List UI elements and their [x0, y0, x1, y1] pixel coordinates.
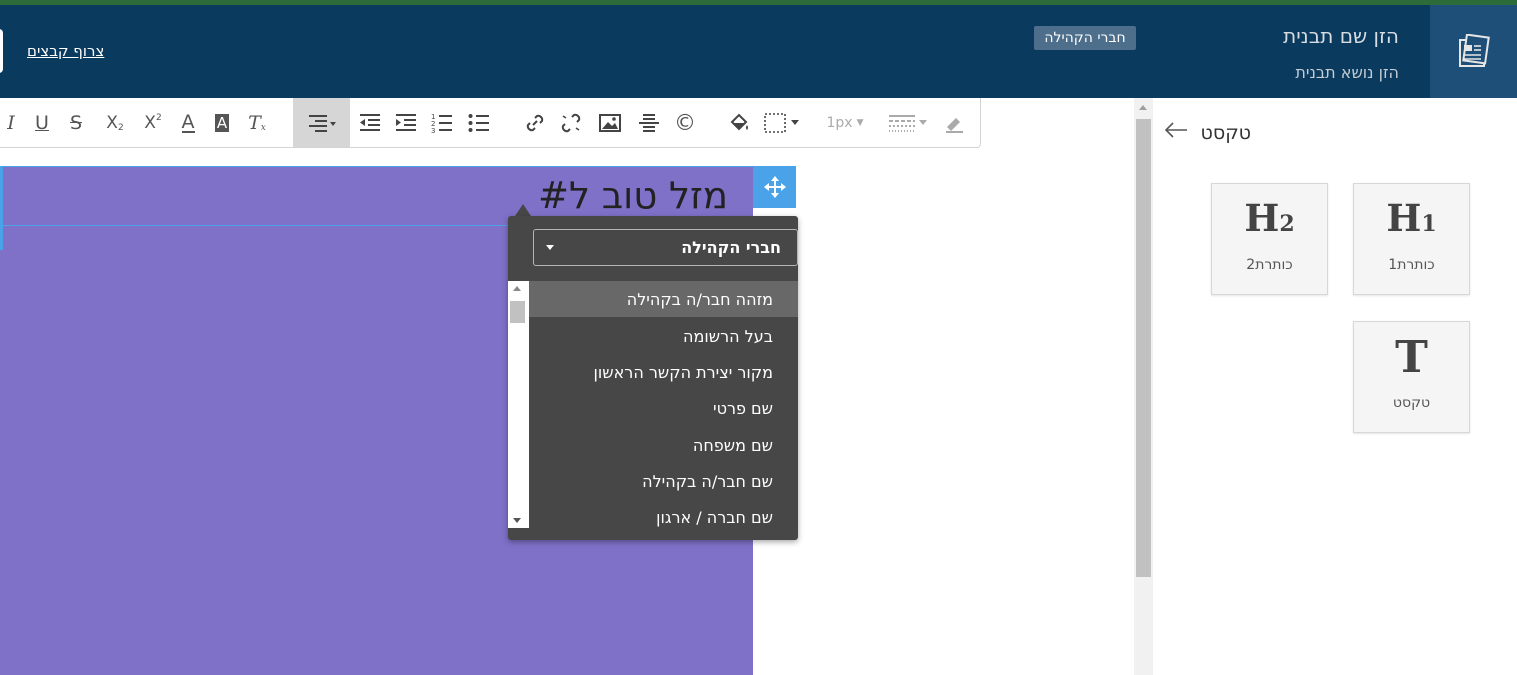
eraser-icon [946, 118, 963, 133]
merge-field-item[interactable]: שם חברה / ארגון [529, 499, 798, 535]
scroll-thumb[interactable] [510, 301, 525, 323]
border-style-button[interactable] [887, 108, 931, 138]
template-subject-field[interactable]: הזן נושא תבנית [1295, 63, 1399, 82]
panel-title: טקסט [1200, 122, 1251, 144]
block-label: כותרת2 [1246, 257, 1293, 273]
merge-field-item[interactable]: בעל הרשומה [529, 318, 798, 354]
align-right-icon [308, 114, 336, 132]
border-style-icon [889, 115, 927, 132]
field-group-select[interactable]: חברי הקהילה [533, 229, 798, 266]
move-handle[interactable] [753, 166, 796, 208]
scroll-down-icon[interactable] [513, 518, 521, 523]
selection-edge [0, 166, 3, 250]
outdent-button[interactable] [358, 108, 382, 138]
newsletter-icon [1458, 33, 1490, 67]
paint-bucket-icon [730, 113, 748, 131]
side-tab[interactable] [0, 29, 3, 73]
italic-button[interactable]: I [2, 108, 20, 138]
underline-button[interactable]: U [31, 108, 53, 138]
h2-icon: H2 [1244, 196, 1295, 240]
background-color-button[interactable]: A [211, 108, 233, 138]
editor-toolbar: I U S X2 X2 A A Tx 1 2 3 © 1px ▼ [0, 98, 981, 148]
indent-button[interactable] [394, 108, 418, 138]
scroll-thumb[interactable] [1136, 119, 1151, 577]
block-label: כותרת1 [1388, 257, 1435, 273]
template-header: צרוף קבצים חברי הקהילה הזן שם תבנית הזן … [0, 5, 1517, 98]
horizontal-line-icon [639, 114, 659, 132]
outdent-icon [360, 114, 380, 131]
superscript-button[interactable]: X2 [140, 108, 166, 138]
svg-text:3: 3 [431, 127, 435, 134]
ordered-list-button[interactable]: 1 2 3 [430, 108, 454, 138]
block-label: טקסט [1392, 395, 1431, 411]
border-width-button[interactable]: 1px ▼ [822, 108, 868, 138]
h1-icon: H1 [1386, 196, 1437, 240]
horizontal-line-button[interactable] [637, 108, 661, 138]
subscript-button[interactable]: X2 [102, 108, 128, 138]
field-group-value: חברי הקהילה [681, 238, 781, 257]
merge-field-item[interactable]: שם פרטי [529, 390, 798, 426]
back-arrow-icon[interactable] [1163, 119, 1189, 147]
merge-field-item[interactable]: מקור יצירת הקשר הראשון [529, 354, 798, 390]
chevron-down-icon [546, 245, 554, 250]
move-icon [763, 176, 786, 198]
unlink-button[interactable] [559, 108, 583, 138]
image-button[interactable] [598, 108, 622, 138]
align-button[interactable] [293, 98, 350, 147]
template-icon-box [1430, 5, 1517, 98]
text-t-icon: T [1395, 332, 1428, 383]
merge-field-item[interactable]: שם חבר/ה בקהילה [529, 463, 798, 499]
scroll-up-icon[interactable] [1139, 105, 1147, 110]
merge-field-dropdown: חברי הקהילה מזהה חבר/ה בקהילה בעל הרשומה… [508, 216, 798, 540]
border-icon [764, 113, 799, 133]
image-icon [599, 114, 621, 132]
link-button[interactable] [523, 108, 547, 138]
attach-files-link[interactable]: צרוף קבצים [21, 42, 104, 60]
bullet-list-button[interactable] [467, 108, 491, 138]
audience-badge: חברי הקהילה [1034, 26, 1136, 50]
merge-field-item[interactable]: מזהה חבר/ה בקהילה [529, 281, 798, 317]
heading1-block[interactable]: H1 כותרת1 [1353, 183, 1470, 295]
link-icon [526, 114, 544, 132]
scroll-up-icon[interactable] [513, 286, 521, 291]
eraser-button[interactable] [942, 108, 966, 138]
indent-icon [396, 114, 416, 131]
list-scrollbar[interactable] [508, 281, 529, 528]
font-color-button[interactable]: A [177, 108, 199, 138]
ordered-list-icon: 1 2 3 [431, 113, 452, 134]
border-button[interactable] [763, 108, 803, 138]
panel-scrollbar[interactable] [1134, 98, 1153, 675]
merge-field-item[interactable]: שם משפחה [529, 427, 798, 463]
template-name-field[interactable]: הזן שם תבנית [1283, 24, 1399, 48]
strikethrough-button[interactable]: S [65, 108, 87, 138]
text-block[interactable]: T טקסט [1353, 321, 1470, 433]
heading2-block[interactable]: H2 כותרת2 [1211, 183, 1328, 295]
border-width-value: 1px [826, 115, 853, 131]
clear-format-button[interactable]: Tx [245, 108, 269, 138]
fill-color-button[interactable] [727, 108, 751, 138]
copyright-button[interactable]: © [673, 108, 697, 138]
merge-field-list: מזהה חבר/ה בקהילה בעל הרשומה מקור יצירת … [508, 281, 798, 528]
bullet-list-icon [468, 114, 489, 132]
heading-text[interactable]: מזל טוב ל# [538, 174, 728, 217]
unlink-icon [561, 113, 581, 133]
dropdown-pointer [515, 204, 531, 216]
